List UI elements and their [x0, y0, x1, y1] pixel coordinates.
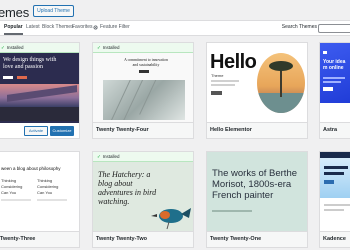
theme-name: Twenty Twenty-One — [207, 231, 307, 247]
theme-card[interactable]: The Hatchery: a blog about adventures in… — [92, 151, 194, 248]
theme-screenshot: Hello Theme — [207, 43, 307, 123]
theme-card[interactable]: A commitment to innovation and sustainab… — [92, 42, 194, 139]
gear-icon — [93, 25, 98, 30]
theme-card[interactable]: ween a blog about philosophy Thinking Co… — [0, 151, 80, 248]
page-title: emes — [0, 5, 29, 20]
theme-name: Kadence — [320, 231, 350, 247]
theme-headline: ween a blog about philosophy — [1, 166, 61, 171]
theme-screenshot: A commitment to innovation and sustainab… — [93, 43, 193, 123]
theme-screenshot: The Hatchery: a blog about adventures in… — [93, 152, 193, 232]
bird-illustration — [151, 208, 191, 230]
theme-card[interactable]: The works of Berthe Morisot, 1800s-era F… — [206, 151, 308, 248]
theme-headline: The Hatchery: a blog about adventures in… — [98, 170, 157, 206]
theme-screenshot: The works of Berthe Morisot, 1800s-era F… — [207, 152, 307, 232]
installed-badge: ✓ Installed — [93, 152, 193, 162]
feature-filter-button[interactable]: Feature Filter — [100, 21, 130, 35]
theme-headline: A commitment to innovation and sustainab… — [124, 58, 168, 67]
theme-name: Twenty Twenty-Two — [93, 231, 193, 247]
theme-card[interactable]: Your idea m online Astra — [319, 42, 350, 139]
theme-screenshot: We design things with love and passion — [0, 43, 79, 123]
theme-name: Astra — [320, 122, 350, 138]
filter-bar: Popular Latest Block Themes Favorites Fe… — [0, 20, 350, 36]
search-label: Search Themes — [281, 24, 317, 30]
tab-block-themes[interactable]: Block Themes — [42, 21, 74, 35]
installed-badge: ✓ Installed — [93, 43, 193, 53]
tab-favorites[interactable]: Favorites — [72, 21, 93, 35]
theme-card[interactable]: We design things with love and passion ✓… — [0, 42, 80, 139]
tab-latest[interactable]: Latest — [26, 21, 40, 35]
theme-headline: We design things with love and passion — [3, 57, 57, 70]
theme-screenshot: Your idea m online — [320, 43, 350, 123]
theme-headline: The works of Berthe Morisot, 1800s-era F… — [212, 168, 298, 201]
customize-button[interactable]: Customize — [50, 126, 74, 136]
tab-popular[interactable]: Popular — [4, 21, 23, 35]
theme-screenshot: ween a blog about philosophy Thinking Co… — [0, 152, 79, 232]
upload-theme-button[interactable]: Upload Theme — [33, 5, 74, 17]
theme-card[interactable]: Kadence — [319, 151, 350, 248]
theme-card[interactable]: Hello Theme Hello Elementor — [206, 42, 308, 139]
theme-headline: Your idea m online — [323, 59, 346, 71]
theme-headline: Hello — [210, 51, 257, 73]
search-input[interactable] — [318, 24, 350, 33]
theme-name: Twenty-Three — [0, 231, 79, 247]
theme-name: Twenty Twenty-Four — [93, 122, 193, 138]
installed-badge: ✓ Installed — [0, 43, 79, 53]
theme-screenshot — [320, 152, 350, 232]
theme-name: Hello Elementor — [207, 122, 307, 138]
activate-button[interactable]: Activate — [24, 126, 48, 136]
